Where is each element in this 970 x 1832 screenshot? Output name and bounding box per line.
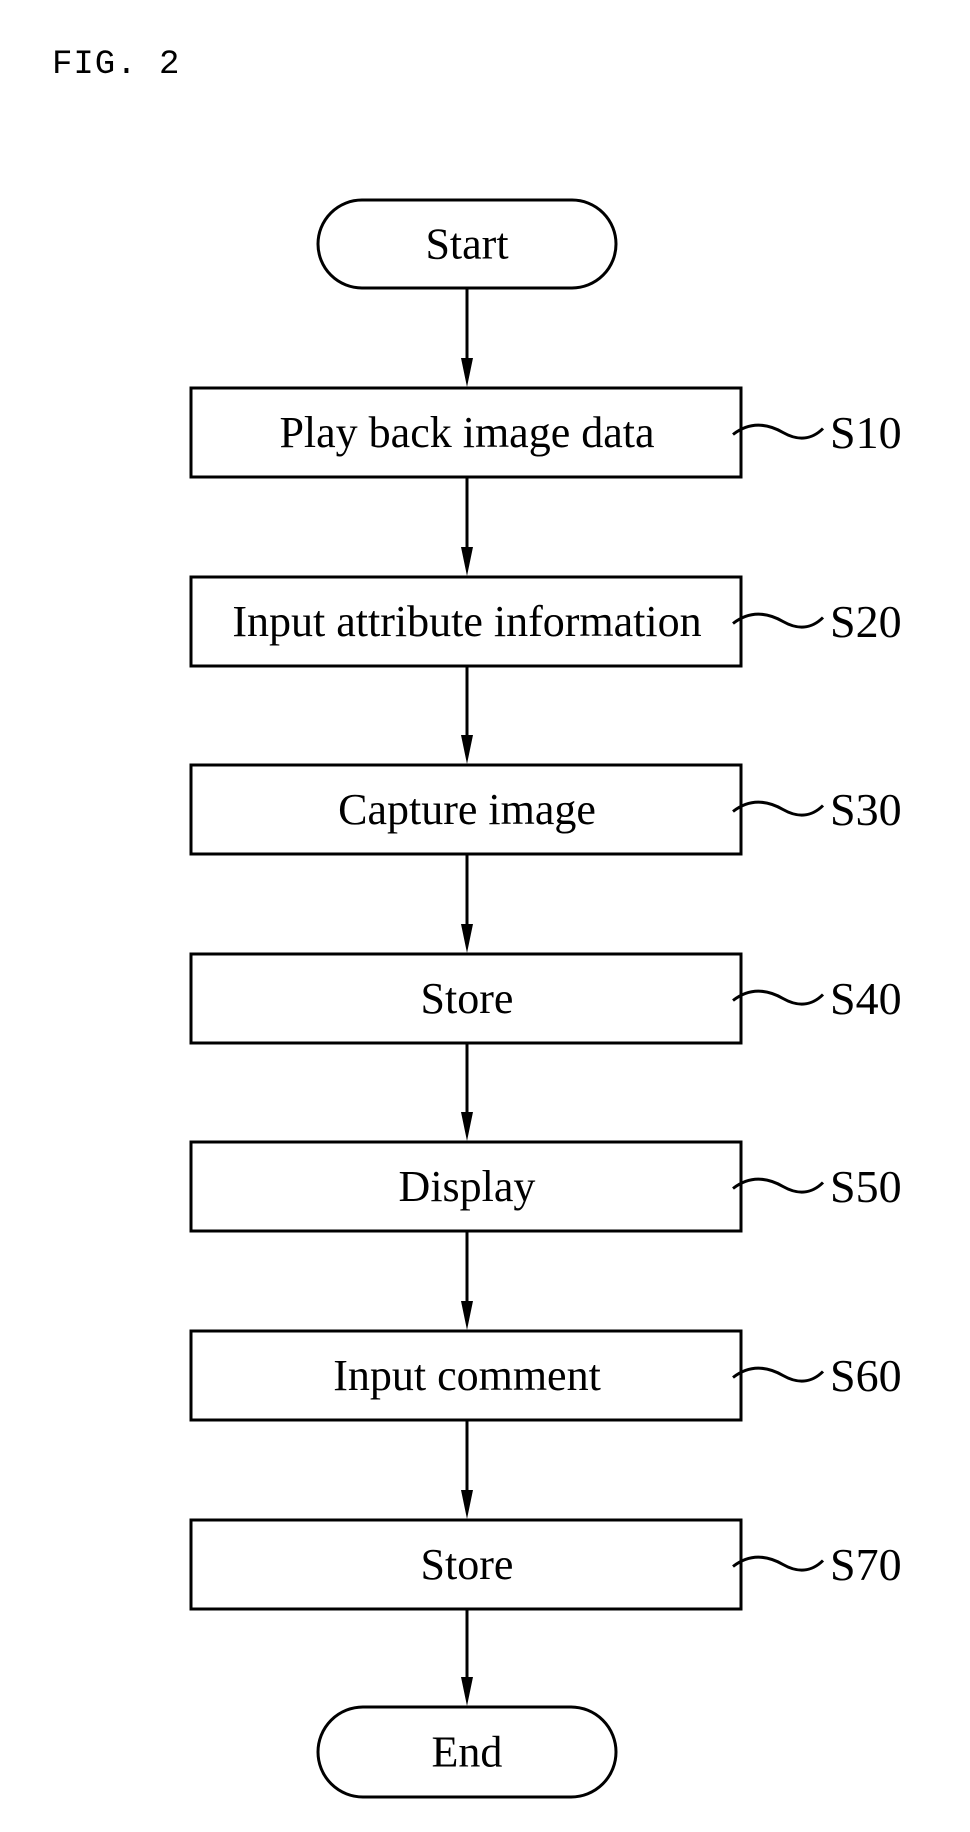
flow-arrow (461, 1231, 473, 1330)
process-step-label: Display (399, 1162, 536, 1211)
step-leader-line (732, 1366, 825, 1383)
step-id-label: S10 (830, 407, 902, 458)
flowchart: Start Play back image data S10 Input attri… (189, 198, 902, 1799)
process-step-label: Input comment (333, 1351, 601, 1400)
process-step-label: Store (421, 1540, 514, 1589)
arrowhead-icon (461, 924, 473, 953)
arrowhead-icon (461, 358, 473, 387)
step-id-label: S50 (830, 1161, 902, 1212)
flow-arrow (461, 1609, 473, 1706)
process-step: Capture image S30 (189, 763, 902, 856)
step-leader-line (732, 612, 825, 629)
flow-arrow (461, 477, 473, 576)
arrowhead-icon (461, 1490, 473, 1519)
step-leader-line (732, 423, 825, 440)
arrowhead-icon (461, 735, 473, 764)
process-step: Store S70 (189, 1518, 902, 1611)
process-step: Play back image data S10 (189, 386, 902, 479)
step-id-label: S40 (830, 973, 902, 1024)
start-terminal-label: Start (425, 220, 508, 269)
arrowhead-icon (461, 547, 473, 576)
step-leader-line (732, 800, 825, 817)
step-leader-line (732, 1555, 825, 1572)
step-leader-line (732, 989, 825, 1006)
process-step: Store S40 (189, 952, 902, 1045)
flow-arrow (461, 288, 473, 387)
end-terminal-label: End (432, 1728, 503, 1777)
process-step: Input comment S60 (189, 1329, 902, 1422)
arrowhead-icon (461, 1112, 473, 1141)
process-step: Display S50 (189, 1140, 902, 1233)
arrowhead-icon (461, 1677, 473, 1706)
process-steps: Play back image data S10 Input attribute i… (189, 386, 902, 1611)
step-id-label: S60 (830, 1350, 902, 1401)
step-id-label: S20 (830, 596, 902, 647)
flow-arrow (461, 666, 473, 764)
step-id-label: S30 (830, 784, 902, 835)
flow-arrow (461, 1043, 473, 1141)
process-step: Input attribute information S20 (189, 575, 902, 668)
process-step-label: Store (421, 974, 514, 1023)
start-terminal: Start (316, 198, 618, 290)
process-step-label: Input attribute information (232, 597, 701, 646)
step-id-label: S70 (830, 1539, 902, 1590)
end-terminal: End (316, 1705, 618, 1799)
flow-arrow (461, 1420, 473, 1519)
flow-arrow (461, 854, 473, 953)
arrowhead-icon (461, 1301, 473, 1330)
process-step-label: Play back image data (279, 408, 654, 457)
process-step-label: Capture image (338, 785, 596, 834)
step-leader-line (732, 1177, 825, 1194)
